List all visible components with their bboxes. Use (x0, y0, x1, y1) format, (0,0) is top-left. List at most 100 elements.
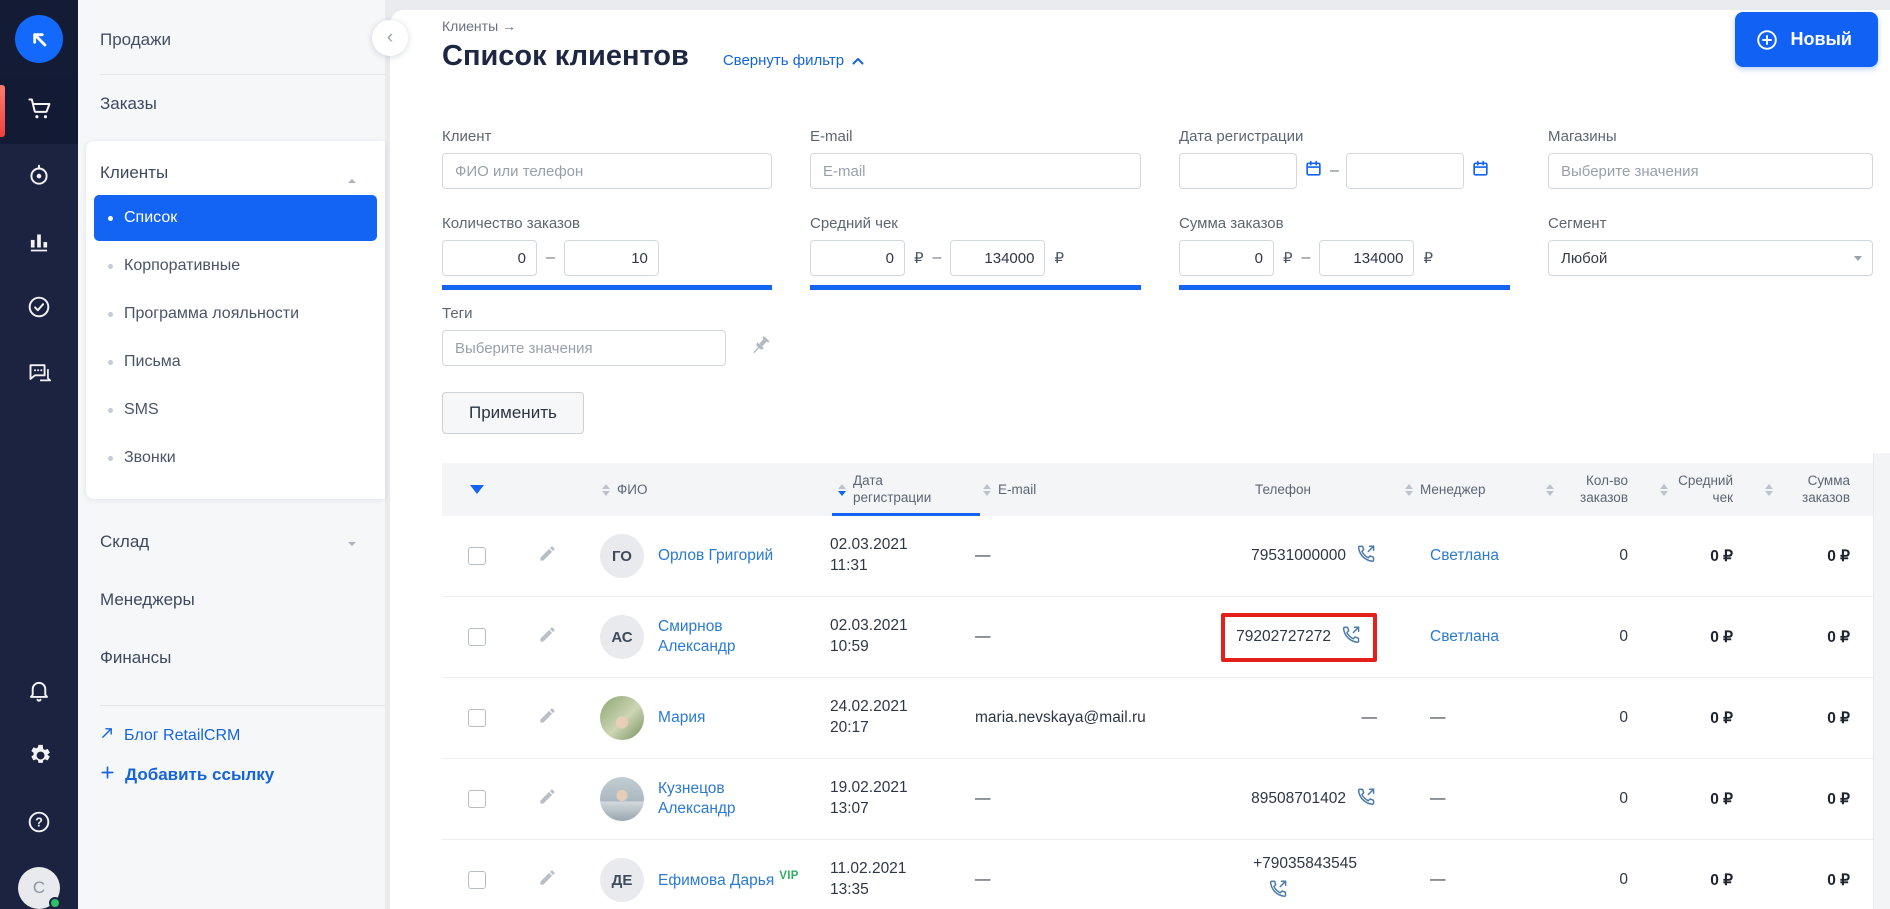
client-name-link[interactable]: Ефимова Дарья (658, 872, 774, 889)
clients-table: ФИО Дата регистрации E-mail Телефон Мене… (442, 463, 1878, 909)
sort-manager[interactable] (1405, 484, 1413, 496)
sort-orders-sum[interactable] (1765, 484, 1773, 496)
column-header-manager[interactable]: Менеджер (1420, 482, 1486, 497)
avg-check-value: 0 ₽ (1658, 547, 1763, 566)
shops-input[interactable] (1548, 153, 1873, 189)
bulk-actions-dropdown[interactable] (470, 485, 484, 494)
column-header-fio[interactable]: ФИО (617, 482, 647, 497)
add-link[interactable]: Добавить ссылку (100, 765, 385, 785)
client-email: — (975, 871, 1180, 889)
tags-input[interactable] (442, 330, 726, 366)
calendar-icon[interactable] (1471, 159, 1490, 183)
rail-item-analytics[interactable] (0, 210, 78, 276)
manager-link[interactable]: — (1430, 790, 1446, 807)
menu-item-orders[interactable]: Заказы (78, 75, 385, 133)
sort-fio[interactable] (602, 484, 610, 496)
client-email: — (975, 790, 1180, 808)
submenu-item-letters[interactable]: Письма (94, 339, 377, 385)
reg-date-to-input[interactable] (1346, 153, 1464, 189)
bullet-dot (108, 408, 113, 413)
manager-link[interactable]: — (1430, 709, 1446, 726)
rail-item-help[interactable]: ? (0, 791, 78, 857)
reg-date-from-input[interactable] (1179, 153, 1297, 189)
rail-item-chats[interactable] (0, 342, 78, 408)
row-checkbox[interactable] (468, 628, 486, 646)
rail-item-tasks[interactable] (0, 276, 78, 342)
apply-filter-button[interactable]: Применить (442, 392, 584, 434)
plus-icon (100, 765, 115, 785)
client-search-input[interactable] (442, 153, 772, 189)
new-client-button[interactable]: Новый (1735, 12, 1879, 67)
column-header-email[interactable]: E-mail (998, 482, 1036, 497)
sort-avg-check[interactable] (1660, 484, 1668, 496)
call-icon[interactable] (1355, 786, 1377, 813)
call-icon[interactable] (1267, 878, 1289, 905)
filter-label: Дата регистрации (1179, 128, 1510, 145)
manager-link[interactable]: Светлана (1430, 547, 1499, 564)
sort-email[interactable] (983, 484, 991, 496)
rail-item-sales[interactable] (0, 78, 78, 144)
submenu-item-sms[interactable]: SMS (94, 387, 377, 433)
column-header-orders-count[interactable]: Кол-во заказов (1561, 473, 1628, 507)
table-scrollbar[interactable] (1873, 453, 1890, 909)
client-name-link[interactable]: Кузнецов Александр (658, 780, 736, 817)
manager-link[interactable]: — (1430, 871, 1446, 888)
menu-item-finance[interactable]: Финансы (78, 629, 385, 687)
rail-item-notifications[interactable] (0, 659, 78, 725)
client-name-link[interactable]: Смирнов Александр (658, 618, 736, 655)
calendar-icon[interactable] (1304, 159, 1323, 183)
call-icon[interactable] (1355, 543, 1377, 570)
manager-link[interactable]: Светлана (1430, 628, 1499, 645)
edit-pencil-icon[interactable] (538, 787, 557, 811)
orders-sum-to-input[interactable] (1319, 240, 1414, 276)
edit-pencil-icon[interactable] (538, 625, 557, 649)
client-name-link[interactable]: Мария (658, 709, 705, 726)
breadcrumb[interactable]: Клиенты → (442, 18, 516, 34)
row-checkbox[interactable] (468, 709, 486, 727)
edit-pencil-icon[interactable] (538, 706, 557, 730)
column-header-avg-check[interactable]: Средний чек (1675, 473, 1733, 507)
rail-item-delivery[interactable] (0, 144, 78, 210)
segment-select[interactable]: Любой (1548, 240, 1873, 276)
avg-check-from-input[interactable] (810, 240, 905, 276)
sort-reg-date[interactable] (838, 484, 846, 496)
orders-count-to-input[interactable] (564, 240, 659, 276)
orders-sum-from-input[interactable] (1179, 240, 1274, 276)
edit-pencil-icon[interactable] (538, 544, 557, 568)
column-header-reg-date[interactable]: Дата регистрации (853, 473, 945, 507)
submenu-item-list[interactable]: Список (94, 195, 377, 241)
row-checkbox[interactable] (468, 790, 486, 808)
user-avatar[interactable]: C (18, 867, 60, 909)
edit-pencil-icon[interactable] (538, 868, 557, 892)
pin-icon[interactable] (748, 334, 772, 363)
submenu-item-corporate[interactable]: Корпоративные (94, 243, 377, 289)
menu-item-clients[interactable]: Клиенты (86, 147, 385, 193)
email-input[interactable] (810, 153, 1141, 189)
submenu-item-loyalty[interactable]: Программа лояльности (94, 291, 377, 337)
orders-count-from-input[interactable] (442, 240, 537, 276)
currency-label: ₽ (1283, 249, 1293, 267)
avg-check-to-input[interactable] (950, 240, 1045, 276)
filter-shops: Магазины (1548, 128, 1873, 189)
blog-link[interactable]: Блог RetailCRM (100, 726, 385, 745)
active-filter-underline (1179, 285, 1510, 290)
sort-orders-count[interactable] (1546, 484, 1554, 496)
row-checkbox[interactable] (468, 871, 486, 889)
menu-item-managers[interactable]: Менеджеры (78, 571, 385, 629)
range-separator: – (1330, 162, 1339, 180)
column-header-orders-sum[interactable]: Сумма заказов (1780, 473, 1850, 507)
orders-count-value: 0 (1540, 628, 1658, 646)
menu-group-clients: Клиенты Список Корпоративные Программа л… (86, 141, 385, 499)
filter-reg-date: Дата регистрации – (1179, 128, 1510, 189)
submenu-item-calls[interactable]: Звонки (94, 435, 377, 481)
collapse-filter-link[interactable]: Свернуть фильтр (723, 52, 864, 69)
row-checkbox[interactable] (468, 547, 486, 565)
menu-item-warehouse[interactable]: Склад (78, 513, 385, 571)
logo[interactable] (0, 0, 78, 78)
call-icon[interactable] (1340, 624, 1362, 651)
client-name-link[interactable]: Орлов Григорий (658, 547, 773, 564)
table-body: ГО Орлов Григорий 02.03.2021 11:31 — 795… (442, 516, 1878, 909)
rail-item-settings[interactable] (0, 725, 78, 791)
bullet-dot (108, 360, 113, 365)
sidebar-collapse-button[interactable]: ‹ (372, 20, 408, 56)
